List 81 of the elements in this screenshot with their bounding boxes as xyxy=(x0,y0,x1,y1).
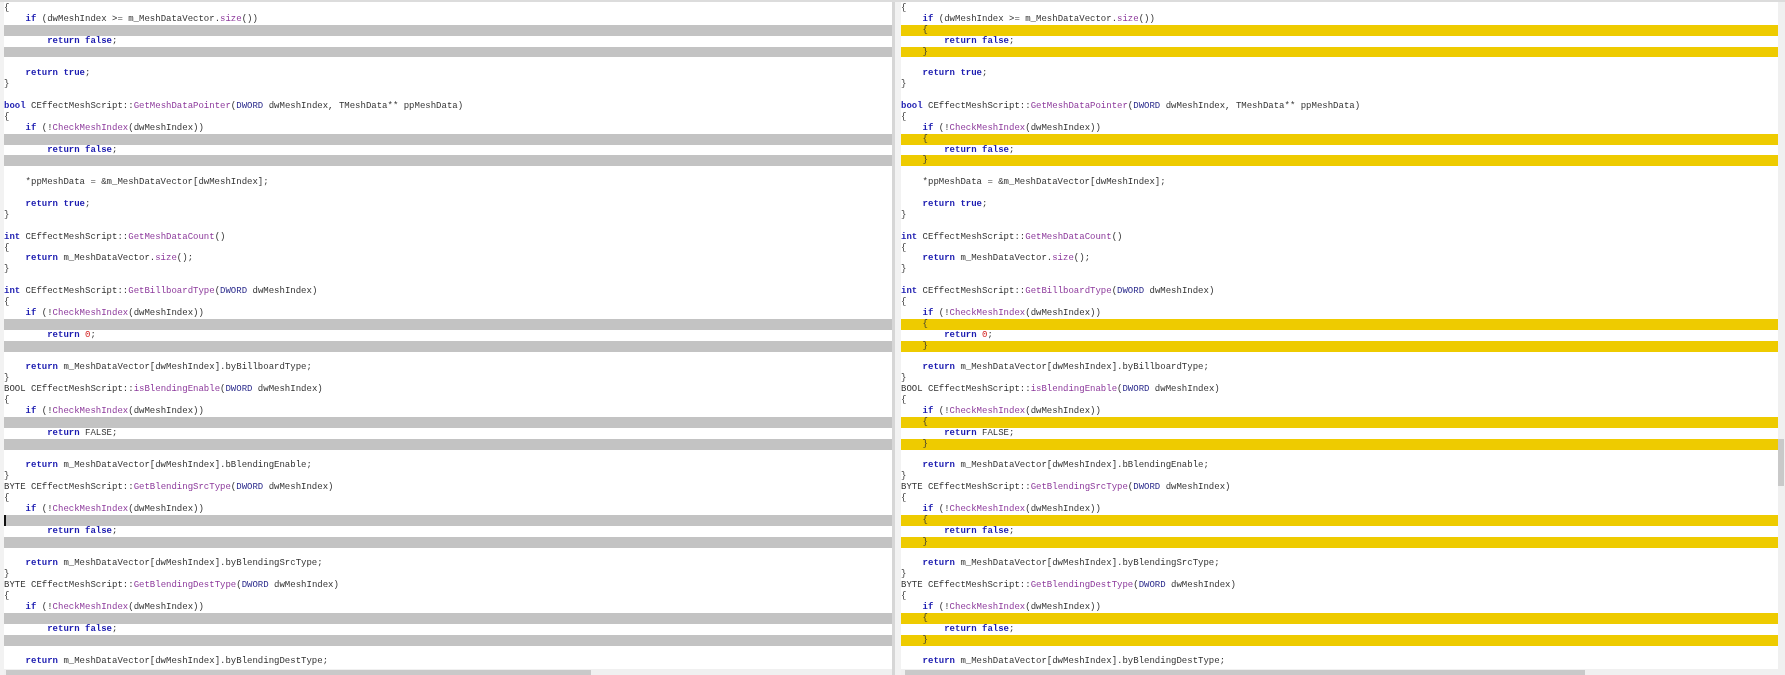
code-line: return true; xyxy=(24,68,92,80)
code-line: if (!CheckMeshIndex(dwMeshIndex)) xyxy=(24,307,205,319)
code-line: return m_MeshDataVector.size(); xyxy=(921,253,1092,265)
code-line: { xyxy=(4,111,11,123)
code-line: BYTE CEffectMeshScript::GetBlendingDestType(DWORD dwMeshIndex) xyxy=(901,580,1237,591)
code-line: { xyxy=(901,242,908,254)
code-line: } xyxy=(4,209,11,221)
code-line: } xyxy=(901,373,908,385)
code-line: return false; xyxy=(943,35,1016,47)
code-line: return m_MeshDataVector[dwMeshIndex].byBlendingSrcType; xyxy=(921,558,1221,570)
code-line: { xyxy=(4,591,11,602)
scrollbar-thumb[interactable] xyxy=(905,669,1585,675)
code-line: } xyxy=(4,471,11,483)
code-line: BYTE CEffectMeshScript::GetBlendingSrcType(DWORD dwMeshIndex) xyxy=(4,482,335,493)
code-line: return FALSE; xyxy=(46,427,119,439)
code-line: { xyxy=(901,493,908,504)
code-line: } xyxy=(4,264,11,276)
code-line: if (!CheckMeshIndex(dwMeshIndex)) xyxy=(24,405,205,417)
code-line: } xyxy=(4,569,11,581)
code-line: { xyxy=(901,395,908,406)
code-line: return false; xyxy=(943,144,1016,156)
code-line: int CEffectMeshScript::GetBillboardType(DWORD dwMeshIndex) xyxy=(901,286,1216,297)
code-line: return FALSE; xyxy=(943,427,1016,439)
code-line: if (!CheckMeshIndex(dwMeshIndex)) xyxy=(921,602,1102,613)
code-line: return false; xyxy=(943,623,1016,635)
code-line: if (dwMeshIndex >= m_MeshDataVector.size()) xyxy=(24,13,259,25)
code-line: { xyxy=(901,591,908,602)
code-line: if (!CheckMeshIndex(dwMeshIndex)) xyxy=(24,122,205,134)
code-line: return 0; xyxy=(943,329,994,341)
code-line: bool CEffectMeshScript::GetMeshDataPointer(DWORD dwMeshIndex, TMeshData** ppMeshData) xyxy=(4,101,465,112)
code-line: return m_MeshDataVector[dwMeshIndex].byBillboardType; xyxy=(24,362,313,374)
code-line: return 0; xyxy=(46,329,97,341)
code-line: { xyxy=(901,297,908,308)
code-line: return false; xyxy=(46,525,119,537)
code-line: } xyxy=(901,569,908,581)
code-line: BOOL CEffectMeshScript::isBlendingEnable(DWORD dwMeshIndex) xyxy=(901,384,1221,395)
code-line: return true; xyxy=(921,199,989,210)
code-line: } xyxy=(901,79,908,91)
code-line: return false; xyxy=(46,623,119,635)
code-line: return m_MeshDataVector.size(); xyxy=(24,253,195,265)
code-line: return false; xyxy=(46,144,119,156)
code-line: BYTE CEffectMeshScript::GetBlendingSrcType(DWORD dwMeshIndex) xyxy=(901,482,1232,493)
code-line: return m_MeshDataVector[dwMeshIndex].byBlendingDestType; xyxy=(921,656,1227,668)
code-line: bool CEffectMeshScript::GetMeshDataPointer(DWORD dwMeshIndex, TMeshData** ppMeshData) xyxy=(901,101,1362,112)
code-line: } xyxy=(901,209,908,221)
code-line: if (!CheckMeshIndex(dwMeshIndex)) xyxy=(24,602,205,613)
code-line: } xyxy=(4,79,11,91)
code-line: if (!CheckMeshIndex(dwMeshIndex)) xyxy=(921,405,1102,417)
code-line: return true; xyxy=(24,199,92,210)
code-line: { xyxy=(901,111,908,123)
code-line: int CEffectMeshScript::GetMeshDataCount() xyxy=(901,231,1124,243)
code-line: } xyxy=(4,373,11,385)
code-line: return m_MeshDataVector[dwMeshIndex].byBlendingSrcType; xyxy=(24,558,324,570)
code-line: BYTE CEffectMeshScript::GetBlendingDestType(DWORD dwMeshIndex) xyxy=(4,580,340,591)
code-line: { xyxy=(901,3,908,14)
code-line: int CEffectMeshScript::GetBillboardType(DWORD dwMeshIndex) xyxy=(4,286,319,297)
code-line: { xyxy=(4,3,11,14)
code-line: } xyxy=(901,264,908,276)
code-line: if (!CheckMeshIndex(dwMeshIndex)) xyxy=(921,503,1102,515)
scrollbar-thumb[interactable] xyxy=(1778,439,1784,486)
code-line: if (dwMeshIndex >= m_MeshDataVector.size()) xyxy=(921,13,1156,25)
code-line: *ppMeshData = &m_MeshDataVector[dwMeshIndex]; xyxy=(24,177,270,189)
code-line: return false; xyxy=(46,35,119,47)
code-line: { xyxy=(4,395,11,406)
code-line: return true; xyxy=(921,68,989,80)
code-line: { xyxy=(4,242,11,254)
code-line: if (!CheckMeshIndex(dwMeshIndex)) xyxy=(921,122,1102,134)
code-line: if (!CheckMeshIndex(dwMeshIndex)) xyxy=(24,503,205,515)
code-line: return false; xyxy=(943,525,1016,537)
code-line: return m_MeshDataVector[dwMeshIndex].bBlendingEnable; xyxy=(921,460,1210,472)
code-line: int CEffectMeshScript::GetMeshDataCount() xyxy=(4,231,227,243)
code-line: if (!CheckMeshIndex(dwMeshIndex)) xyxy=(921,307,1102,319)
code-line: return m_MeshDataVector[dwMeshIndex].byBillboardType; xyxy=(921,362,1210,374)
code-line: { xyxy=(4,493,11,504)
code-line: *ppMeshData = &m_MeshDataVector[dwMeshIndex]; xyxy=(921,177,1167,189)
code-line: BOOL CEffectMeshScript::isBlendingEnable(DWORD dwMeshIndex) xyxy=(4,384,324,395)
scrollbar-thumb[interactable] xyxy=(6,669,591,675)
code-line: return m_MeshDataVector[dwMeshIndex].bBlendingEnable; xyxy=(24,460,313,472)
code-line: } xyxy=(901,471,908,483)
code-line: { xyxy=(4,297,11,308)
code-line: return m_MeshDataVector[dwMeshIndex].byBlendingDestType; xyxy=(24,656,330,668)
